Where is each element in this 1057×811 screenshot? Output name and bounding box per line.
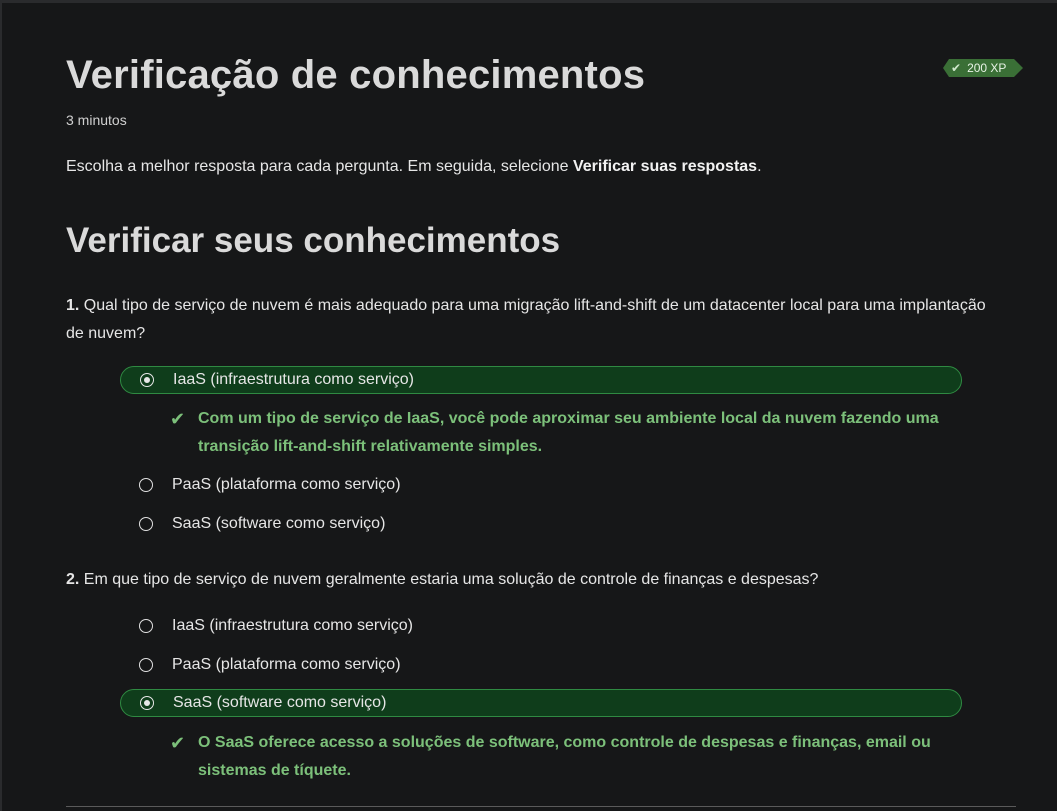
check-icon: ✔ (951, 61, 962, 75)
intro-end: . (757, 158, 762, 175)
divider (66, 806, 1016, 807)
answer-option-q1-saas[interactable]: SaaS (software como serviço) (120, 510, 962, 538)
radio-unselected-icon[interactable] (139, 517, 153, 531)
answer-option-q2-paas[interactable]: PaaS (plataforma como serviço) (120, 651, 962, 679)
question-text: Qual tipo de serviço de nuvem é mais ade… (66, 297, 986, 342)
question-number: 1. (66, 297, 80, 314)
intro-body: Escolha a melhor resposta para cada perg… (66, 158, 573, 175)
answer-option-label: SaaS (software como serviço) (173, 694, 387, 711)
question-text: Em que tipo de serviço de nuvem geralmen… (79, 571, 819, 588)
xp-badge: ✔ 200 XP (943, 59, 1024, 77)
check-icon: ✔ (170, 733, 186, 753)
radio-selected-icon[interactable] (140, 696, 154, 710)
intro-text: Escolha a melhor resposta para cada perg… (66, 158, 762, 176)
feedback-text: Com um tipo de serviço de IaaS, você pod… (198, 410, 939, 455)
radio-unselected-icon[interactable] (139, 619, 153, 633)
answer-feedback-q2: ✔ O SaaS oferece acesso a soluções de so… (170, 729, 970, 785)
xp-value: 200 XP (967, 61, 1007, 75)
page-title: Verificação de conhecimentos (66, 53, 646, 97)
section-title: Verificar seus conhecimentos (66, 221, 561, 260)
xp-badge-arrow (1014, 59, 1024, 77)
check-icon: ✔ (170, 409, 186, 429)
duration: 3 minutos (66, 112, 127, 128)
answer-option-q2-saas[interactable]: SaaS (software como serviço) (120, 689, 962, 717)
radio-unselected-icon[interactable] (139, 658, 153, 672)
answer-option-label: SaaS (software como serviço) (172, 515, 386, 532)
module-page: Verificação de conhecimentos ✔ 200 XP 3 … (2, 3, 1057, 811)
answer-option-q2-iaas[interactable]: IaaS (infraestrutura como serviço) (120, 612, 962, 640)
radio-unselected-icon[interactable] (139, 478, 153, 492)
answer-option-label: IaaS (infraestrutura como serviço) (172, 617, 413, 634)
answer-option-q1-iaas[interactable]: IaaS (infraestrutura como serviço) (120, 366, 962, 394)
answer-option-label: PaaS (plataforma como serviço) (172, 656, 401, 673)
question-1: 1. Qual tipo de serviço de nuvem é mais … (66, 292, 986, 348)
answer-option-label: PaaS (plataforma como serviço) (172, 476, 401, 493)
question-number: 2. (66, 571, 80, 588)
intro-emphasis: Verificar suas respostas (572, 158, 758, 175)
feedback-text: O SaaS oferece acesso a soluções de soft… (198, 734, 931, 779)
answer-feedback-q1: ✔ Com um tipo de serviço de IaaS, você p… (170, 405, 970, 461)
answer-option-label: IaaS (infraestrutura como serviço) (173, 371, 414, 388)
radio-selected-icon[interactable] (140, 373, 154, 387)
xp-badge-body: ✔ 200 XP (949, 59, 1015, 77)
answer-option-q1-paas[interactable]: PaaS (plataforma como serviço) (120, 471, 962, 499)
question-2: 2. Em que tipo de serviço de nuvem geral… (66, 566, 986, 594)
